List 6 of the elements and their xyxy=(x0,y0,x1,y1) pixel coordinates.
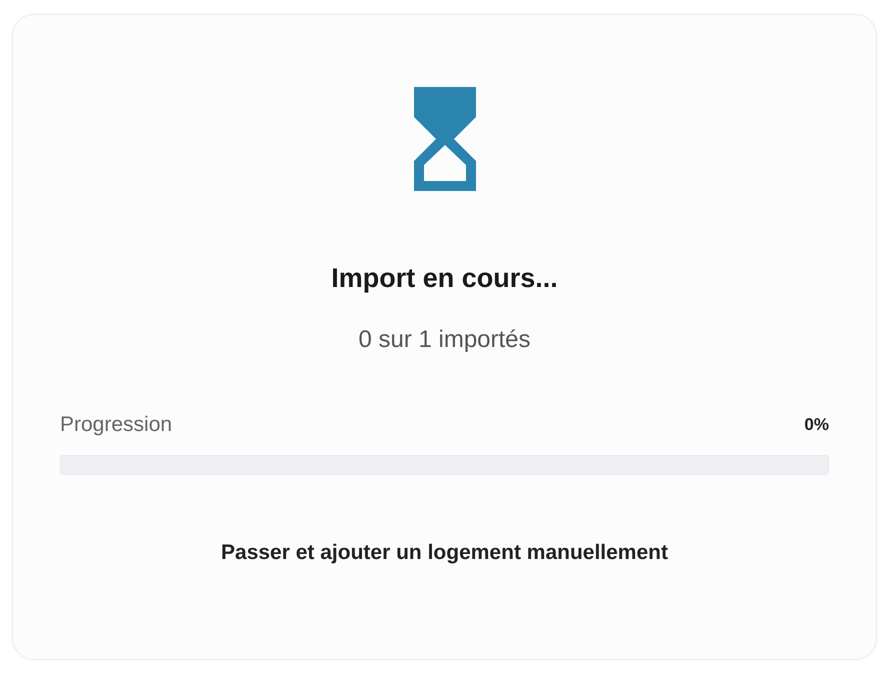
import-title: Import en cours... xyxy=(331,262,558,295)
progress-percent: 0% xyxy=(804,415,829,435)
progress-label: Progression xyxy=(60,413,172,437)
hourglass-icon xyxy=(414,87,476,191)
import-count: 0 sur 1 importés xyxy=(358,325,531,355)
skip-button[interactable]: Passer et ajouter un logement manuellement xyxy=(213,537,676,569)
